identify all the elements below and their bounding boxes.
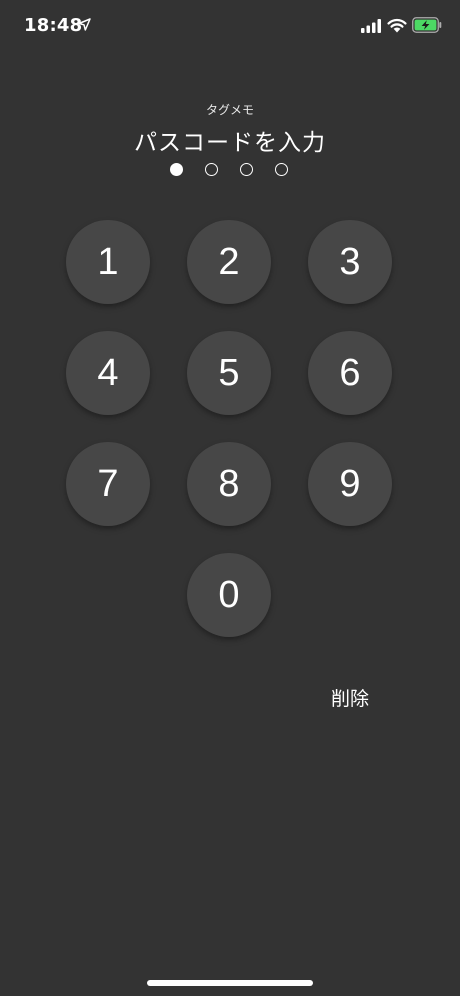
key-8-button[interactable]: 8: [187, 442, 271, 526]
key-1-button[interactable]: 1: [66, 220, 150, 304]
home-indicator[interactable]: [147, 980, 313, 986]
key-3-button[interactable]: 3: [308, 220, 392, 304]
key-6-button[interactable]: 6: [308, 331, 392, 415]
passcode-dot-empty: [275, 163, 288, 176]
passcode-dots: [0, 163, 460, 179]
passcode-dot-empty: [240, 163, 253, 176]
passcode-prompt-title: パスコードを入力: [134, 130, 326, 156]
passcode-dot-filled: [170, 163, 183, 176]
wifi-icon: [387, 18, 407, 33]
key-2-button[interactable]: 2: [187, 220, 271, 304]
delete-button[interactable]: 削除: [310, 684, 390, 714]
battery-charging-icon: [412, 17, 442, 33]
cellular-signal-icon: [361, 19, 381, 33]
key-7-button[interactable]: 7: [66, 442, 150, 526]
key-0-button[interactable]: 0: [187, 553, 271, 637]
passcode-dot-empty: [205, 163, 218, 176]
status-bar: 18:48: [0, 0, 460, 54]
key-9-button[interactable]: 9: [308, 442, 392, 526]
key-4-button[interactable]: 4: [66, 331, 150, 415]
key-5-button[interactable]: 5: [187, 331, 271, 415]
app-name: タグメモ: [205, 103, 254, 117]
location-arrow-icon: [78, 18, 91, 31]
status-time: 18:48: [24, 15, 83, 36]
